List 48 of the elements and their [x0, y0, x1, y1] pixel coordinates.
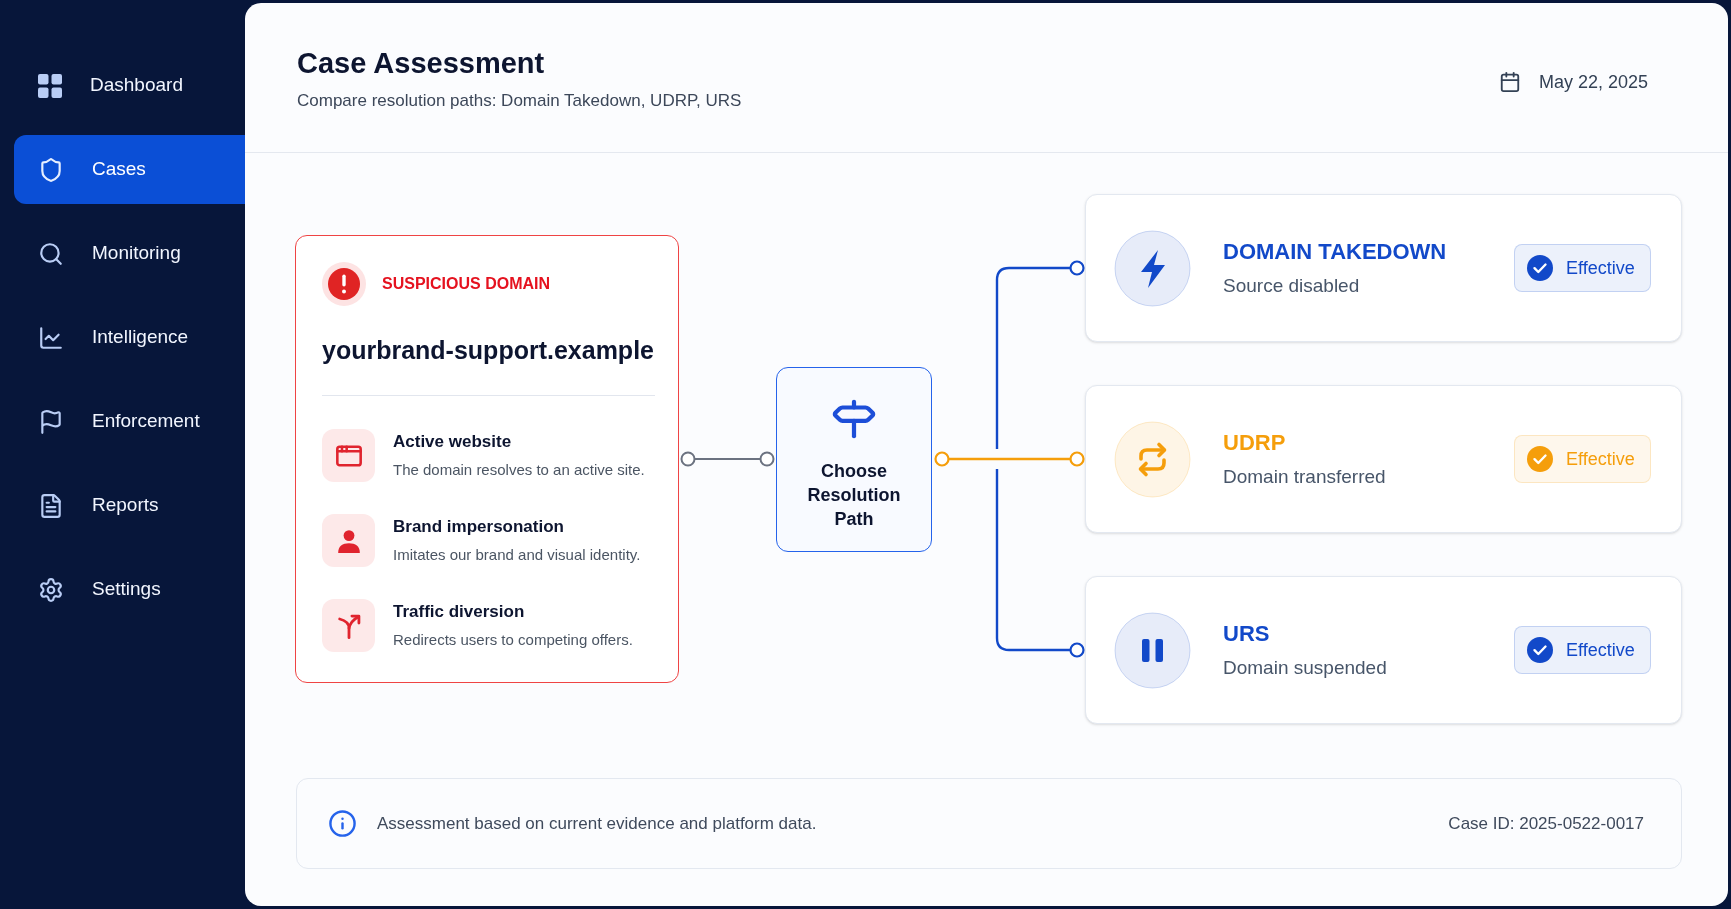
- path-outcome: Source disabled: [1223, 274, 1361, 298]
- search-icon: [38, 240, 64, 267]
- line-chart-icon: [38, 324, 64, 351]
- path-outcome: Domain suspended: [1223, 656, 1388, 680]
- check-circle-icon: [1527, 255, 1553, 281]
- indicator-description: The domain resolves to an active site.: [393, 460, 645, 480]
- status-label: Effective: [1566, 447, 1635, 471]
- card-label: SUSPICIOUS DOMAIN: [382, 274, 550, 294]
- indicator-description: Redirects users to competing offers.: [393, 630, 633, 650]
- indicator-title: Active website: [393, 431, 513, 453]
- indicator-description: Imitates our brand and visual identity.: [393, 545, 641, 565]
- calendar-icon: [1498, 71, 1521, 93]
- sidebar-item[interactable]: Monitoring: [14, 219, 245, 288]
- page-subtitle: Compare resolution paths: Domain Takedown, UDRP, URS: [297, 90, 742, 112]
- repeat-arrows-icon: [1114, 420, 1191, 498]
- flag-icon: [38, 408, 64, 435]
- check-circle-icon: [1527, 637, 1553, 663]
- date-label: May 22, 2025: [1538, 70, 1648, 94]
- sidebar-item[interactable]: Settings: [14, 555, 245, 624]
- status-label: Effective: [1566, 256, 1635, 280]
- sidebar-item[interactable]: Dashboard: [14, 51, 245, 120]
- indicator-title: Brand impersonation: [393, 516, 565, 538]
- check-circle-icon: [1527, 446, 1553, 472]
- document-icon: [38, 492, 64, 519]
- grid-icon: [38, 73, 62, 98]
- person-icon: [322, 514, 375, 567]
- pause-icon: [1114, 611, 1191, 689]
- footer-note: Assessment based on current evidence and platform data.: [377, 812, 817, 835]
- path-outcome: Domain transferred: [1223, 465, 1387, 489]
- page-title: Case Assessment: [297, 46, 546, 81]
- sidebar-item[interactable]: Intelligence: [14, 303, 245, 372]
- settings-icon: [38, 576, 64, 603]
- lightning-bolt-icon: [1114, 229, 1191, 307]
- path-title: UDRP: [1223, 429, 1287, 457]
- sidebar-item[interactable]: Cases: [14, 135, 245, 204]
- node-label: Choose Resolution Path: [806, 459, 902, 531]
- shield-icon: [38, 156, 64, 183]
- domain-name: yourbrand-support.example: [322, 335, 655, 365]
- indicator-title: Traffic diversion: [393, 601, 526, 623]
- alert-icon: [322, 262, 366, 306]
- browser-window-icon: [322, 429, 375, 482]
- case-id: Case ID: 2025-0522-0017: [1448, 812, 1644, 835]
- sidebar-item[interactable]: Reports: [14, 471, 245, 540]
- path-title: URS: [1223, 620, 1271, 648]
- path-title: DOMAIN TAKEDOWN: [1223, 238, 1448, 266]
- status-label: Effective: [1566, 638, 1635, 662]
- info-icon: [328, 809, 357, 838]
- sidebar-item[interactable]: Enforcement: [14, 387, 245, 456]
